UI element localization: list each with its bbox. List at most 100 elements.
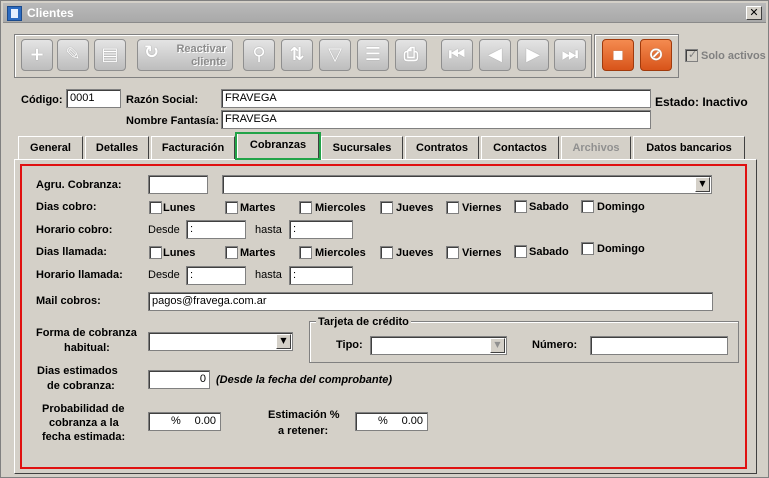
probabilidad-percent-sign: % [171, 415, 181, 427]
estimacion-label-line1: Estimación % [268, 409, 340, 421]
codigo-field[interactable]: 0001 [66, 89, 121, 108]
llamada-domingo-label: Domingo [597, 243, 645, 255]
tab-cobranzas[interactable]: Cobranzas [237, 133, 319, 160]
first-record-button[interactable]: ⏮ [441, 39, 473, 71]
llamada-lunes-checkbox[interactable] [149, 246, 162, 259]
agru-cobranza-select[interactable]: ▼ [222, 175, 712, 194]
horario-llamada-hasta-field[interactable]: : [289, 266, 353, 285]
llamada-jueves-checkbox[interactable] [380, 246, 393, 259]
estimacion-value: 0.00 [401, 415, 423, 427]
cobro-domingo-label: Domingo [597, 201, 645, 213]
tab-datos-bancarios[interactable]: Datos bancarios [633, 136, 745, 160]
edit-button[interactable]: ✎ [57, 39, 89, 71]
cobro-domingo-checkbox[interactable] [581, 200, 594, 213]
notes-button[interactable]: ☰ [357, 39, 389, 71]
cobro-sabado-label: Sabado [529, 201, 569, 213]
chevron-down-icon[interactable]: ▼ [490, 338, 505, 353]
llamada-martes-checkbox[interactable] [225, 246, 238, 259]
cobro-viernes-label: Viernes [462, 202, 502, 214]
llamada-miercoles-checkbox[interactable] [299, 246, 312, 259]
probabilidad-label-line3: fecha estimada: [42, 431, 126, 443]
tab-contratos[interactable]: Contratos [405, 136, 479, 160]
cobro-sabado-checkbox[interactable] [514, 200, 527, 213]
print-button[interactable]: ⎙ [395, 39, 427, 71]
dias-llamada-label: Dias llamada: [36, 246, 107, 258]
cobro-martes-label: Martes [240, 202, 276, 214]
search-button[interactable]: ⚲ [243, 39, 275, 71]
prev-record-button[interactable]: ◀ [479, 39, 511, 71]
reactivar-cliente-label: Reactivar cliente [176, 43, 226, 68]
app-icon [7, 6, 22, 21]
next-record-button[interactable]: ▶ [517, 39, 549, 71]
cobro-lunes-checkbox[interactable] [149, 201, 162, 214]
tab-detalles[interactable]: Detalles [85, 136, 149, 160]
llamada-sabado-checkbox[interactable] [514, 245, 527, 258]
mail-cobros-field[interactable]: pagos@fravega.com.ar [148, 292, 713, 311]
solo-activos-label: Solo activos [701, 50, 766, 62]
horario-cobro-desde-field[interactable]: : [186, 220, 246, 239]
chevron-down-icon[interactable]: ▼ [695, 177, 710, 192]
document-button[interactable]: ▤ [94, 39, 126, 71]
dias-estimados-field[interactable]: 0 [148, 370, 210, 389]
mail-cobros-label: Mail cobros: [36, 295, 101, 307]
window-title: Clientes [27, 6, 74, 20]
cobro-miercoles-checkbox[interactable] [299, 201, 312, 214]
reactivate-icon: ↻ [144, 42, 160, 63]
cancel-button[interactable]: ⊘ [640, 39, 672, 71]
agru-cobranza-code-field[interactable] [148, 175, 208, 194]
tab-archivos[interactable]: Archivos [561, 136, 631, 160]
last-record-button[interactable]: ⏭ [554, 39, 586, 71]
horario-llamada-desde-field[interactable]: : [186, 266, 246, 285]
dias-estimados-label-line2: de cobranza: [47, 380, 115, 392]
llamada-viernes-checkbox[interactable] [446, 246, 459, 259]
probabilidad-label-line1: Probabilidad de [42, 403, 125, 415]
cobro-lunes-label: Lunes [163, 202, 196, 214]
estado-label: Estado: Inactivo [655, 95, 748, 109]
horario-cobro-hasta-field[interactable]: : [289, 220, 353, 239]
title-bar: Clientes ✕ [3, 3, 766, 23]
forma-cobranza-label-line2: habitual: [64, 342, 110, 354]
nombre-fantasia-label: Nombre Fantasía: [126, 115, 219, 127]
clientes-window: Clientes ✕ + ✎ ▤ ↻ Reactivar cliente ⚲ ⇅… [0, 0, 769, 478]
tab-contactos[interactable]: Contactos [481, 136, 559, 160]
chevron-down-icon[interactable]: ▼ [276, 334, 291, 349]
cobro-martes-checkbox[interactable] [225, 201, 238, 214]
cobro-jueves-checkbox[interactable] [380, 201, 393, 214]
reactivar-cliente-button[interactable]: ↻ Reactivar cliente [137, 39, 233, 71]
agru-cobranza-label: Agru. Cobranza: [36, 179, 122, 191]
tipo-select[interactable]: ▼ [370, 336, 507, 355]
sort-button[interactable]: ⇅ [281, 39, 313, 71]
estimacion-percent-sign: % [378, 415, 388, 427]
save-button[interactable]: ▪ [602, 39, 634, 71]
llamada-domingo-checkbox[interactable] [581, 242, 594, 255]
llamada-martes-label: Martes [240, 247, 276, 259]
tab-general[interactable]: General [18, 136, 83, 160]
check-icon: ✓ [688, 48, 698, 61]
add-button[interactable]: + [21, 39, 53, 71]
probabilidad-value: 0.00 [194, 415, 216, 427]
tarjeta-credito-title: Tarjeta de crédito [316, 316, 411, 328]
numero-field[interactable] [590, 336, 728, 355]
probabilidad-label-line2: cobranza a la [49, 417, 119, 429]
forma-cobranza-select[interactable]: ▼ [148, 332, 293, 351]
cobro-viernes-checkbox[interactable] [446, 201, 459, 214]
cobro-jueves-label: Jueves [396, 202, 434, 214]
codigo-label: Código: [21, 94, 63, 106]
close-button[interactable]: ✕ [746, 6, 762, 20]
llamada-viernes-label: Viernes [462, 247, 502, 259]
estimacion-field[interactable]: % 0.00 [355, 412, 428, 431]
llamada-jueves-label: Jueves [396, 247, 434, 259]
nombre-fantasia-field[interactable]: FRAVEGA [221, 110, 651, 129]
filter-button[interactable]: ▽ [319, 39, 351, 71]
forma-cobranza-label-line1: Forma de cobranza [36, 327, 137, 339]
horario-llamada-hasta-label: hasta [255, 269, 282, 281]
cobro-miercoles-label: Miercoles [315, 202, 366, 214]
razon-social-field[interactable]: FRAVEGA [221, 89, 651, 108]
dias-cobro-label: Dias cobro: [36, 201, 97, 213]
tab-sucursales[interactable]: Sucursales [321, 136, 403, 160]
solo-activos-checkbox[interactable]: ✓ [685, 48, 698, 62]
tab-facturacion[interactable]: Facturación [151, 136, 235, 160]
dias-estimados-note: (Desde la fecha del comprobante) [216, 374, 393, 386]
probabilidad-field[interactable]: % 0.00 [148, 412, 221, 431]
dias-estimados-label-line1: Dias estimados [37, 365, 118, 377]
